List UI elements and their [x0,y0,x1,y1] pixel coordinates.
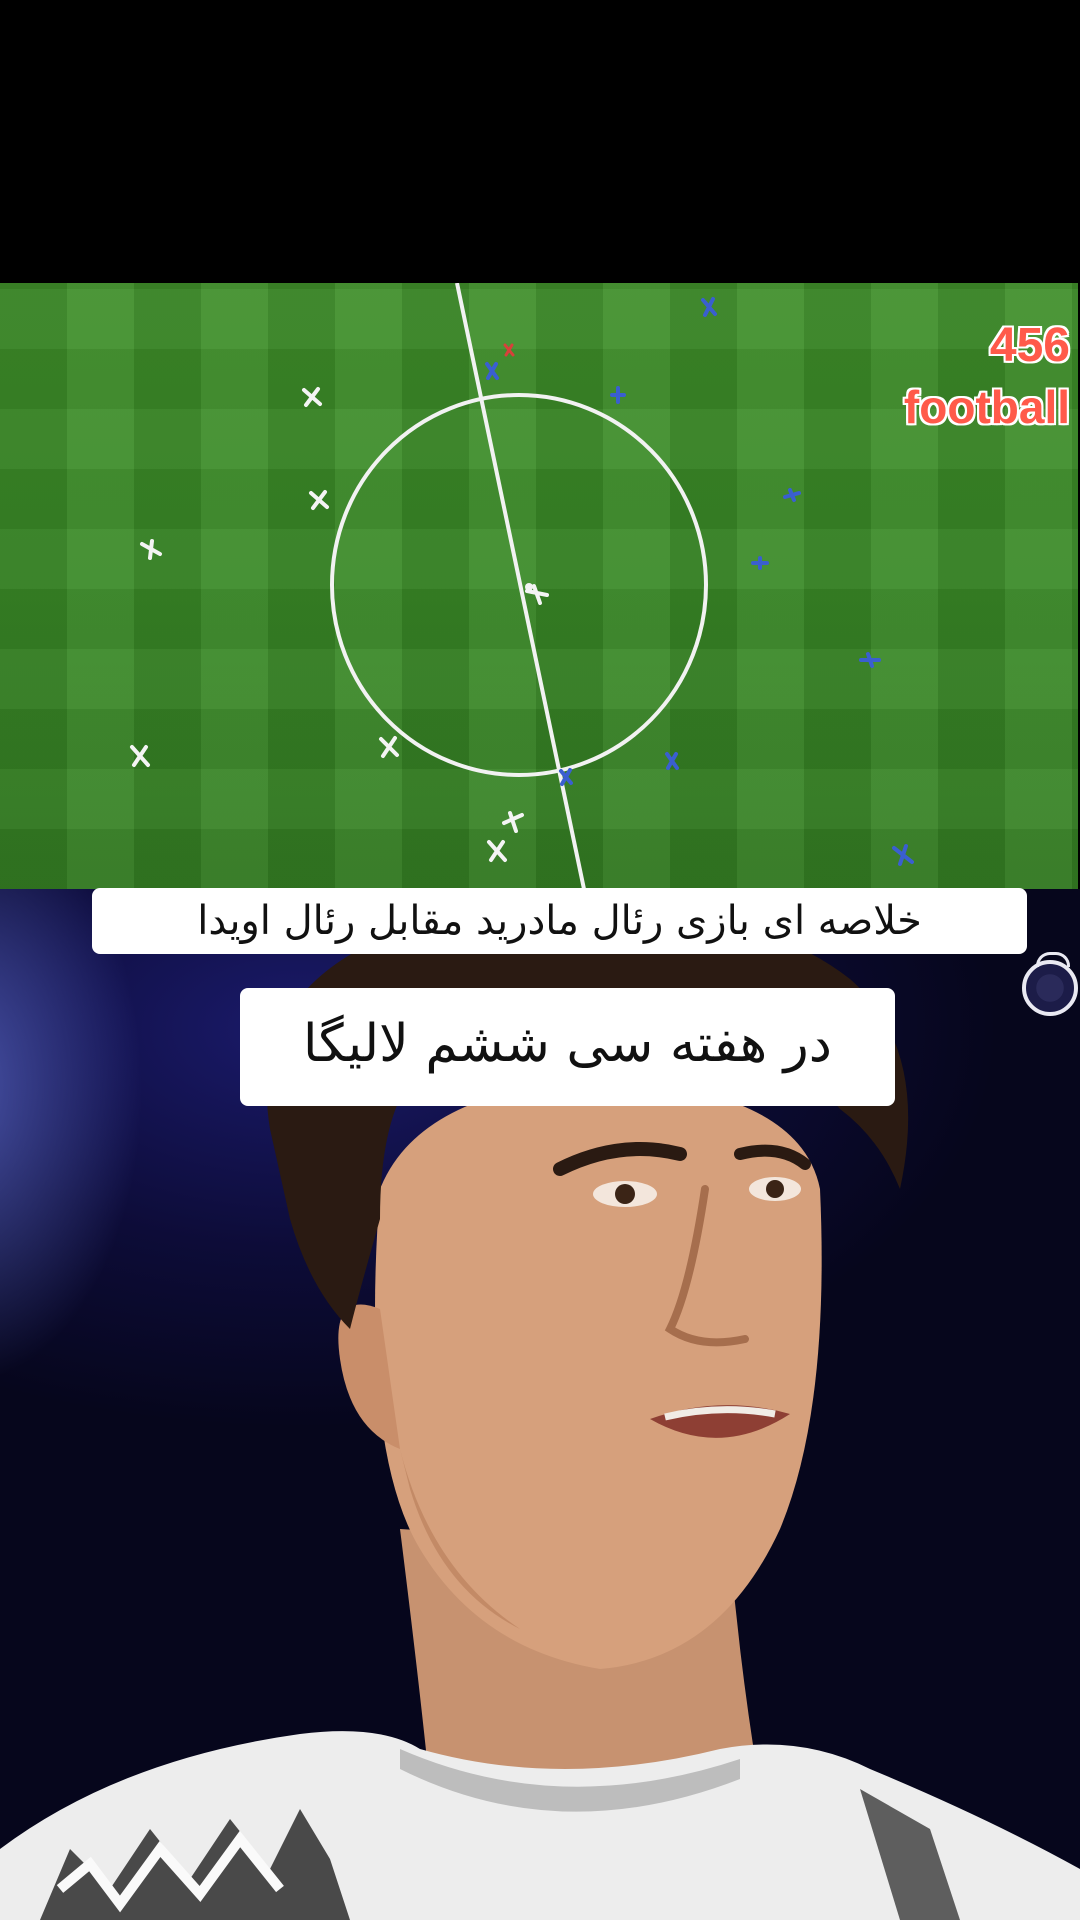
player-white [525,584,549,605]
player-white [302,387,322,407]
player-white [502,811,524,833]
player-blue [485,362,499,380]
video-frame[interactable]: 456 football خلاصه ای بازی رئال مادرید م… [0,0,1080,1920]
channel-watermark: 456 football [903,319,1070,434]
player-white [130,745,150,767]
player-white [140,539,162,560]
watermark-number: 456 [989,319,1070,372]
player-blue [783,488,801,502]
real-madrid-crest-icon [1022,952,1078,1016]
player-white [379,736,399,758]
player-blue [559,768,573,786]
player-blue [892,844,914,866]
caption-line-2: در هفته سی ششم لالیگا [240,988,895,1106]
player-blue [701,297,717,317]
halfway-line [455,283,586,889]
player-blue [751,556,769,570]
player-white [309,490,329,510]
player-blue [859,652,881,668]
player-blue [610,386,626,404]
player-red [503,343,515,357]
caption-line-1: خلاصه ای بازی رئال مادرید مقابل رئال اوی… [92,888,1027,954]
player-white [487,840,507,862]
match-footage-pitch: 456 football [0,283,1078,889]
watermark-word: football [903,381,1070,434]
player-blue [665,752,679,770]
